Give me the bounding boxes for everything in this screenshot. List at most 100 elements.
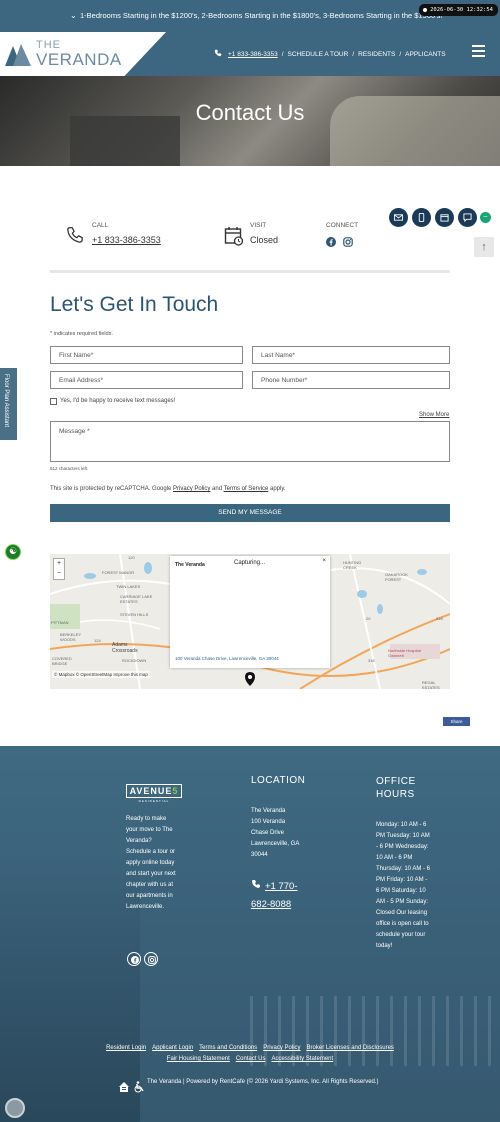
record-dot-icon: [423, 7, 428, 12]
recaptcha-and: and: [210, 486, 224, 492]
site-header: THE VERANDA +1 833-386-3353 / SCHEDULE A T…: [0, 32, 500, 76]
map-route: 124: [94, 638, 101, 643]
chars-left-counter: 512 characters left.: [50, 466, 89, 471]
terms-of-service-link[interactable]: Terms of Service: [224, 486, 269, 492]
map-label: TWIN LAKES: [116, 584, 141, 589]
map-label: CARRIAGE LAKE ESTATES: [120, 594, 153, 604]
location-heading: LOCATION: [251, 775, 306, 786]
broker-link[interactable]: Broker Licenses and Disclosures: [307, 1045, 394, 1051]
accessibility-link[interactable]: Accessibility Statement: [272, 1056, 334, 1062]
form-title: Let's Get In Touch: [50, 293, 219, 316]
wheelchair-icon: [134, 1081, 144, 1093]
last-name-field[interactable]: Last Name*: [252, 346, 450, 364]
map-route: 120: [128, 555, 135, 560]
sms-opt-in-label: Yes, I'd be happy to receive text messag…: [60, 398, 176, 404]
required-note: * indicates required fields.: [50, 331, 113, 337]
phone-line-2: 682-8088: [251, 899, 292, 910]
contact-link[interactable]: Contact Us: [236, 1056, 266, 1062]
facebook-icon[interactable]: [326, 237, 336, 247]
map-attribution[interactable]: © Mapbox © OpenStreetMap Improve this ma…: [52, 671, 150, 678]
chevron-down-icon[interactable]: ⌄: [70, 11, 77, 20]
privacy-link[interactable]: Privacy Policy: [263, 1045, 300, 1051]
footer-blurb: Ready to make your move to The Veranda? …: [126, 816, 176, 910]
nav-phone-link[interactable]: +1 833-386-3353: [228, 51, 278, 58]
popup-close-icon[interactable]: ×: [322, 558, 326, 564]
map-label: Northside Hospital Gwinnett: [388, 648, 421, 658]
visit-label: VISIT: [250, 222, 267, 229]
hamburger-menu-icon[interactable]: [472, 45, 485, 57]
timestamp-text: 2026-06-30 12:32:54: [430, 7, 493, 13]
footer-instagram-link[interactable]: [144, 952, 158, 966]
instagram-icon: [148, 956, 156, 964]
resident-login-link[interactable]: Resident Login: [106, 1045, 146, 1051]
applicant-login-link[interactable]: Applicant Login: [152, 1045, 193, 1051]
avenue5-logo[interactable]: AVENUE5: [126, 784, 182, 798]
call-phone-link[interactable]: +1 833-386-3353: [92, 235, 161, 245]
nav-separator: /: [399, 51, 402, 58]
logo-name: VERANDA: [36, 50, 122, 69]
logo[interactable]: THE VERANDA: [0, 32, 166, 76]
fair-housing-link[interactable]: Fair Housing Statement: [167, 1056, 230, 1062]
phone-fab[interactable]: [412, 208, 431, 227]
map-label: STEVEN HILLS: [120, 612, 149, 617]
logo-mark-icon: [5, 44, 31, 66]
visit-status: Closed: [250, 235, 279, 245]
brand-number: 5: [172, 786, 179, 796]
zoom-in-button[interactable]: +: [54, 559, 64, 569]
terms-link[interactable]: Terms and Conditions: [199, 1045, 257, 1051]
map-label: HUNTING CREEK: [343, 560, 362, 570]
timestamp-badge: 2026-06-30 12:32:54: [419, 4, 498, 16]
map-label: Adams Crossroads: [112, 642, 138, 654]
facebook-share-button[interactable]: Share: [443, 717, 470, 726]
map-route: 316: [368, 658, 375, 663]
popup-title: The Veranda: [175, 562, 205, 568]
map-label: FOREST MANOR: [102, 570, 135, 575]
calendar-icon: [440, 214, 449, 222]
main-nav: +1 833-386-3353/SCHEDULE A TOUR / RESIDENT…: [214, 49, 450, 58]
map-pin-icon[interactable]: [245, 672, 255, 686]
copyright-text: The Veranda | Powered by RentCafe (© 202…: [147, 1079, 379, 1085]
fab-collapse-toggle[interactable]: –: [480, 212, 491, 223]
floor-plan-assistant-tab[interactable]: Floor Plan Assistant: [0, 368, 17, 440]
instagram-icon[interactable]: [343, 237, 353, 247]
schedule-fab[interactable]: [435, 208, 454, 227]
map-route: 316: [436, 616, 443, 621]
sms-opt-in-checkbox[interactable]: [50, 398, 57, 405]
email-field[interactable]: Email Address*: [50, 371, 243, 389]
nav-applicants[interactable]: APPLICANTS: [405, 51, 445, 58]
message-field[interactable]: Message *: [50, 421, 450, 462]
privacy-policy-link[interactable]: Privacy Policy: [173, 486, 210, 492]
zoom-out-button[interactable]: −: [54, 569, 64, 579]
nav-residents[interactable]: RESIDENTS: [358, 51, 395, 58]
phone-line-1: +1 770-: [265, 881, 298, 892]
phone-icon: [214, 49, 222, 57]
recaptcha-text: This site is protected by reCAPTCHA. Goo…: [50, 486, 174, 492]
calendar-clock-icon: [224, 227, 244, 246]
announcement-text: 1-Bedrooms Starting in the $1200's, 2-Be…: [80, 11, 443, 20]
email-fab[interactable]: [389, 208, 408, 227]
map-zoom-control[interactable]: + −: [53, 558, 65, 580]
first-name-field[interactable]: First Name*: [50, 346, 243, 364]
connect-label: CONNECT: [326, 222, 359, 229]
footer-facebook-link[interactable]: [127, 952, 141, 966]
back-to-top-button[interactable]: ↑: [474, 237, 494, 257]
popup-address-link[interactable]: 100 Veranda Chase Drive, Lawrenceville, …: [175, 656, 279, 661]
location-map[interactable]: FOREST MANOR TWIN LAKES CARRIAGE LAKE ES…: [50, 554, 450, 689]
chat-fab[interactable]: [458, 208, 477, 227]
popup-status: Capturing...: [234, 560, 266, 566]
phone-field[interactable]: Phone Number*: [252, 371, 450, 389]
avenue5-logo-sub: RESIDENTIAL: [138, 799, 170, 803]
accessibility-widget-icon[interactable]: ☯: [5, 544, 21, 560]
show-more-link[interactable]: Show More: [419, 412, 449, 418]
footer-phone-link[interactable]: +1 770- 682-8088: [251, 878, 298, 914]
map-label: PITTMAN: [51, 620, 69, 625]
map-label: OAKBROOK FOREST: [385, 572, 408, 582]
record-button-icon[interactable]: [5, 1098, 25, 1118]
map-route: 20: [366, 616, 371, 621]
footer-links: Resident Login Applicant Login Terms and C…: [0, 1043, 500, 1065]
map-label: COVERED BRIDGE: [52, 656, 72, 666]
nav-schedule-tour[interactable]: SCHEDULE A TOUR: [288, 51, 349, 58]
recaptcha-apply: apply.: [268, 486, 286, 492]
hours-heading-line: OFFICE: [376, 776, 416, 787]
send-message-button[interactable]: SEND MY MESSAGE: [50, 504, 450, 522]
